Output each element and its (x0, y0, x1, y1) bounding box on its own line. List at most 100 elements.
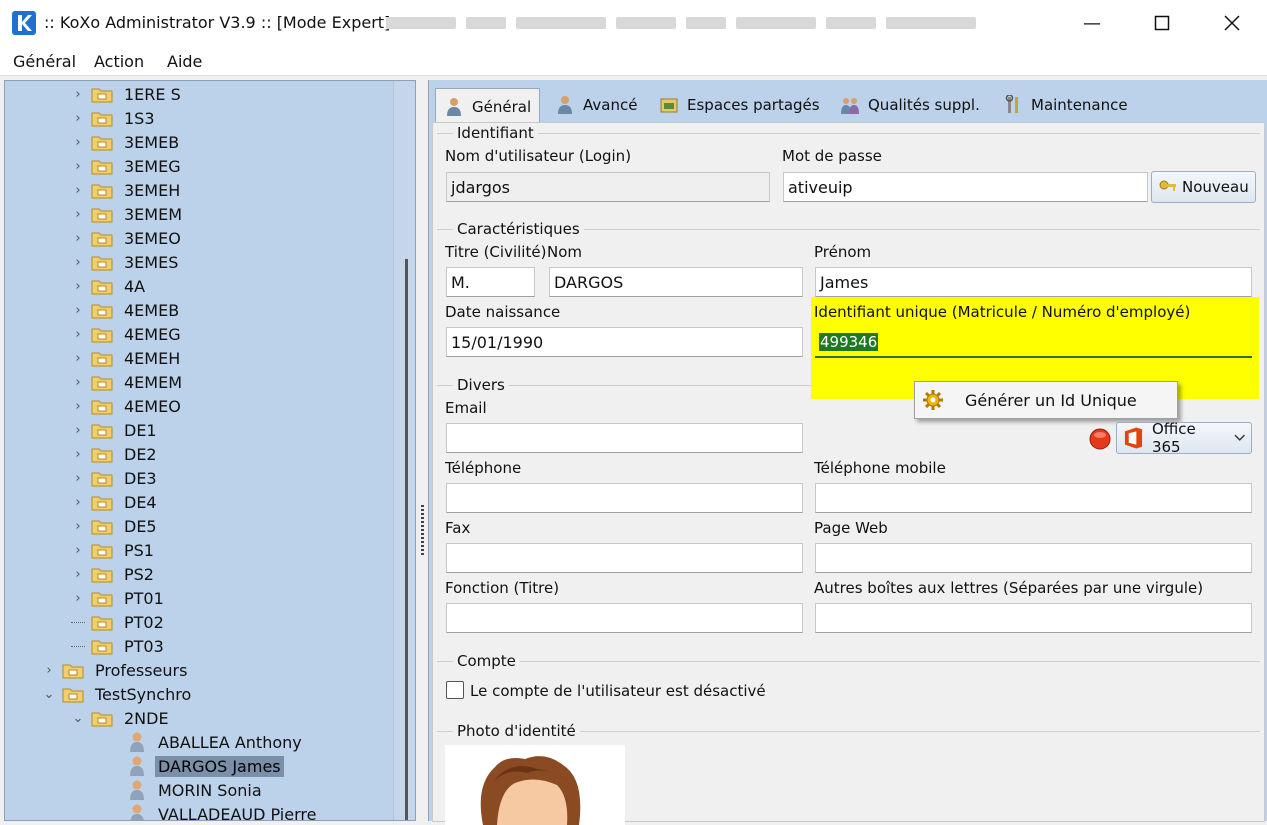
office365-label: Office 365 (1151, 420, 1196, 456)
chevron-right-icon[interactable]: › (42, 663, 56, 678)
tree-item-label: DE1 (124, 420, 157, 440)
password-field[interactable]: ativeuip (783, 172, 1148, 202)
generate-id-menu-item[interactable]: Générer un Id Unique (965, 391, 1137, 410)
tab-avance[interactable]: Avancé (547, 88, 645, 122)
chevron-right-icon[interactable]: › (71, 399, 85, 414)
chevron-down-icon[interactable]: ⌄ (71, 711, 85, 726)
tree-item-class[interactable]: › 3EMEH (71, 179, 183, 201)
tree-item-class[interactable]: › 4EMEO (71, 395, 184, 417)
tree-item-class[interactable]: PT02 (71, 611, 167, 633)
tab-qualites-suppl[interactable]: Qualités suppl. (832, 88, 988, 122)
chevron-right-icon[interactable]: › (71, 231, 85, 246)
tree-item-class[interactable]: › 3EMEO (71, 227, 184, 249)
tree-item-user[interactable]: ABALLEA Anthony (127, 731, 305, 753)
shared-space-icon (660, 98, 678, 113)
tree-item-class[interactable]: › 4A (71, 275, 148, 297)
tree-item-class[interactable]: PT03 (71, 635, 167, 657)
tree-item-class[interactable]: › 4EMEM (71, 371, 185, 393)
chevron-right-icon[interactable]: › (71, 471, 85, 486)
menu-action[interactable]: Action (94, 52, 144, 71)
tree-item-user[interactable]: DARGOS James (127, 755, 284, 777)
chevron-right-icon[interactable]: › (71, 519, 85, 534)
splitter-grip[interactable] (421, 505, 424, 555)
chevron-right-icon[interactable]: › (71, 327, 85, 342)
chevron-right-icon[interactable]: › (71, 351, 85, 366)
tree-item-class[interactable]: › PS2 (71, 563, 157, 585)
maximize-button[interactable] (1127, 0, 1197, 46)
tree-item-class[interactable]: › DE3 (71, 467, 160, 489)
tree-item-label: PS1 (124, 540, 154, 560)
tree-item-class[interactable]: › 3EMES (71, 251, 181, 273)
email-field[interactable] (446, 423, 803, 453)
chevron-right-icon[interactable]: › (71, 495, 85, 510)
tree-item-class[interactable]: › DE2 (71, 443, 160, 465)
prenom-field[interactable]: James (815, 267, 1252, 297)
chevron-right-icon[interactable]: › (71, 279, 85, 294)
menu-aide[interactable]: Aide (167, 52, 202, 71)
fax-field[interactable] (446, 543, 803, 573)
tree-item-professeurs[interactable]: › Professeurs (42, 659, 190, 681)
tree-item-class[interactable]: › PT01 (71, 587, 167, 609)
nouveau-button[interactable]: Nouveau (1151, 171, 1256, 203)
chevron-right-icon[interactable]: › (71, 375, 85, 390)
office365-dropdown[interactable]: Office 365 (1116, 420, 1252, 456)
tab-espaces-partages-label: Espaces partagés (687, 96, 820, 114)
close-button[interactable] (1197, 0, 1267, 46)
close-icon (1224, 15, 1240, 31)
autres-boites-field[interactable] (815, 603, 1252, 633)
chevron-right-icon[interactable]: › (71, 303, 85, 318)
chevron-down-icon[interactable]: ⌄ (42, 687, 56, 702)
tree-item-class[interactable]: › 3EMEM (71, 203, 185, 225)
web-field[interactable] (815, 543, 1252, 573)
tree-item-class[interactable]: › 4EMEH (71, 347, 183, 369)
tree-item-testsynchro[interactable]: ⌄ TestSynchro (42, 683, 194, 705)
tree-item-2nde[interactable]: ⌄ 2NDE (71, 707, 172, 729)
chevron-right-icon[interactable]: › (71, 87, 85, 102)
tree-item-user[interactable]: MORIN Sonia (127, 779, 265, 801)
date-naissance-field[interactable]: 15/01/1990 (446, 327, 803, 357)
identity-photo[interactable] (445, 745, 625, 825)
tree-item-class[interactable]: › DE1 (71, 419, 160, 441)
mobile-field[interactable] (815, 483, 1252, 513)
tree-item-class[interactable]: › 4EMEB (71, 299, 182, 321)
chevron-right-icon[interactable]: › (71, 135, 85, 150)
account-disabled-checkbox[interactable] (446, 681, 464, 699)
chevron-right-icon[interactable]: › (71, 183, 85, 198)
splitter[interactable] (416, 80, 428, 821)
tab-espaces-partages[interactable]: Espaces partagés (651, 88, 828, 122)
tree-item-class[interactable]: › DE5 (71, 515, 160, 537)
tree-item-class[interactable]: › 1S3 (71, 107, 158, 129)
nom-field[interactable]: DARGOS (549, 267, 803, 297)
menu-general[interactable]: Général (13, 52, 76, 71)
chevron-right-icon[interactable]: › (71, 111, 85, 126)
chevron-right-icon[interactable]: › (71, 255, 85, 270)
titre-field[interactable]: M. (446, 267, 535, 297)
tree-item-class[interactable]: › DE4 (71, 491, 160, 513)
tree-item-label: TestSynchro (95, 684, 192, 704)
chevron-right-icon[interactable]: › (71, 591, 85, 606)
chevron-right-icon[interactable]: › (71, 543, 85, 558)
tree-scrollbar-thumb[interactable] (405, 259, 408, 820)
login-field[interactable]: jdargos (446, 172, 770, 202)
tree-item-class[interactable]: › 4EMEG (71, 323, 184, 345)
chevron-right-icon[interactable]: › (71, 159, 85, 174)
chevron-right-icon[interactable]: › (71, 207, 85, 222)
id-unique-field[interactable]: 499346 (815, 328, 1252, 358)
minimize-button[interactable]: — (1057, 0, 1127, 46)
account-disabled-label[interactable]: Le compte de l'utilisateur est désactivé (470, 682, 766, 700)
chevron-right-icon[interactable]: › (71, 423, 85, 438)
tab-general[interactable]: Général (435, 88, 541, 124)
fonction-field[interactable] (446, 603, 803, 633)
tree-item-class[interactable]: › 3EMEG (71, 155, 184, 177)
tree-item-class[interactable]: › PS1 (71, 539, 157, 561)
chevron-right-icon[interactable]: › (71, 447, 85, 462)
tree-item-class[interactable]: › 3EMEB (71, 131, 182, 153)
tree-item-class[interactable]: › 1ERE S (71, 83, 184, 105)
chevron-right-icon[interactable]: › (71, 567, 85, 582)
tab-maintenance[interactable]: Maintenance (995, 88, 1136, 122)
tree-scrollbar[interactable] (393, 81, 415, 820)
tree-item-user[interactable]: VALLADEAUD Pierre (127, 803, 319, 820)
telephone-label: Téléphone (445, 459, 522, 477)
folder-icon (91, 496, 113, 510)
telephone-field[interactable] (446, 483, 803, 513)
